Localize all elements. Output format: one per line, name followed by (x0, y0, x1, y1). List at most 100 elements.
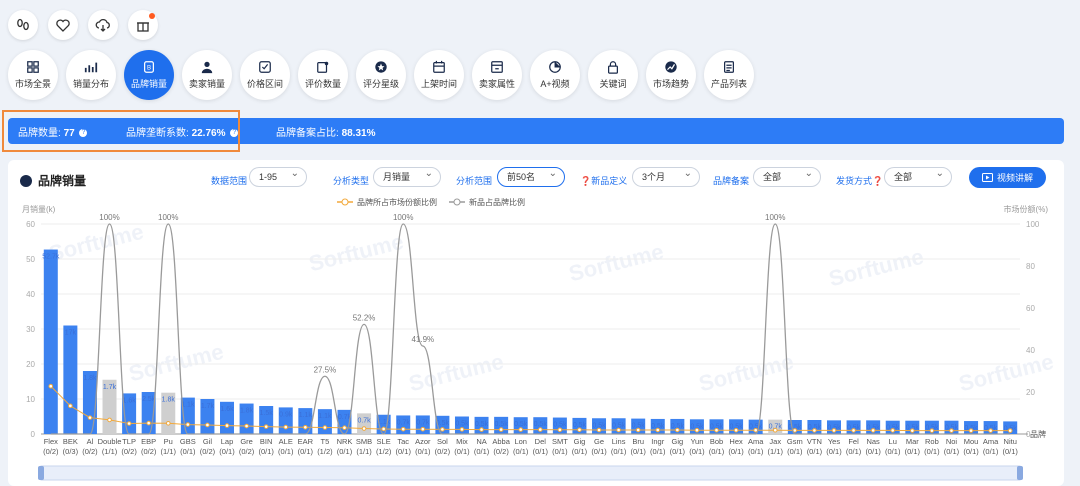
x-tick-label: Jax (769, 437, 781, 446)
nav-item-9[interactable]: A+视频 (530, 50, 580, 100)
x-tick-label: Mar (906, 437, 919, 446)
heart-icon[interactable] (48, 10, 78, 40)
share-point (949, 428, 954, 433)
x-tick-label: EBP (141, 437, 156, 446)
x-tick-label: Lap (221, 437, 234, 446)
share-point (968, 428, 974, 433)
bar-value-label: 0.5k (514, 421, 528, 428)
share-point (557, 427, 563, 433)
nav-item-5[interactable]: 评价数量 (298, 50, 348, 100)
nav-item-label: 上架时间 (420, 79, 457, 89)
x-tick-count-label: (0/1) (337, 447, 353, 456)
x-tick-count-label: (0/2) (82, 447, 98, 456)
x-tick-count-label: (1/2) (317, 447, 333, 456)
y2-tick-label: 20 (1026, 388, 1035, 397)
x-tick-label: Gsm (787, 437, 803, 446)
x-tick-label: Bob (710, 437, 723, 446)
x-tick-count-label: (0/1) (748, 447, 764, 456)
share-point (107, 417, 112, 423)
x-tick-count-label: (0/1) (905, 447, 921, 456)
x-tick-count-label: (0/1) (846, 447, 862, 456)
x-tick-count-label: (0/1) (1002, 447, 1018, 456)
x-tick-count-label: (0/1) (611, 447, 627, 456)
x-tick-label: Ama (748, 437, 764, 446)
bar-value-label: 0.5k (553, 422, 567, 429)
nav-item-label: 价格区间 (246, 79, 283, 89)
share-point (577, 427, 582, 433)
nav-item-3[interactable]: 卖家销量 (182, 50, 232, 100)
x-tick-count-label: (0/2) (435, 447, 451, 456)
x-tick-count-label: (0/1) (787, 447, 803, 456)
x-tick-label: Nas (866, 437, 880, 446)
record-label: 品牌备案占比: (276, 127, 339, 139)
x-tick-label: SLE (377, 437, 391, 446)
x-tick-count-label: (0/1) (709, 447, 725, 456)
x-tick-label: BEK (63, 437, 78, 446)
x-tick-label: Gre (240, 437, 253, 446)
star-icon (375, 61, 387, 73)
cloud-download-icon[interactable] (88, 10, 118, 40)
bar-chart-icon (84, 62, 98, 73)
x-tick-label: Ge (594, 437, 604, 446)
nav-item-12[interactable]: 产品列表 (704, 50, 754, 100)
nav-item-0[interactable]: 市场全景 (8, 50, 58, 100)
bar-value-label: 52.7k (42, 254, 60, 261)
x-tick-count-label: (0/1) (983, 447, 999, 456)
bar-value-label: 0.9k (279, 411, 293, 418)
nav-item-label: 评分星级 (362, 79, 399, 89)
brand-sales-panel: 品牌销量 数据范围 1-95 分析类型 月销量 分析范围 前50名 ❓新品定义 … (8, 160, 1064, 486)
nav-item-label: 品牌销量 (130, 79, 167, 89)
zoom-slider-track (40, 465, 1021, 481)
share-point (48, 383, 54, 389)
bar (63, 325, 78, 434)
x-tick-label: Gig (672, 437, 684, 446)
x-tick-label: Azor (415, 437, 431, 446)
x-tick-count-label: (0/1) (728, 447, 744, 456)
x-tick-count-label: (1/2) (376, 447, 392, 456)
nav-item-label: 市场趋势 (652, 79, 689, 89)
y-tick-label: 50 (26, 255, 35, 264)
gift-icon[interactable] (128, 10, 158, 40)
brand-sales-chart: 月销量(k) 市场份额(%)0102030405060020406080100品牌… (22, 197, 1048, 481)
nav-item-11[interactable]: 市场趋势 (646, 50, 696, 100)
nav-item-1[interactable]: 销量分布 (66, 50, 116, 100)
x-tick-count-label: (0/2) (43, 447, 59, 456)
x-tick-label: VTN (807, 437, 822, 446)
nav-item-label: 卖家属性 (478, 79, 515, 89)
legend-new-label: 新品占品牌比例 (469, 197, 525, 207)
share-point (753, 427, 758, 433)
nav-item-10[interactable]: 关键词 (588, 50, 638, 100)
y-tick-label: 20 (26, 360, 35, 369)
x-tick-label: Gil (203, 437, 213, 446)
new-pct-label: 41.9% (411, 335, 434, 344)
review-icon (317, 61, 329, 73)
store-icon (491, 61, 503, 73)
footprint-icon[interactable] (8, 10, 38, 40)
share-point (694, 427, 700, 433)
trend-icon (665, 61, 677, 73)
nav-item-7[interactable]: 上架时间 (414, 50, 464, 100)
nav-item-4[interactable]: 价格区间 (240, 50, 290, 100)
x-tick-label: Del (535, 437, 547, 446)
x-tick-count-label: (0/1) (474, 447, 490, 456)
bar-value-label: 1.8k (83, 375, 97, 382)
seller-icon (201, 61, 213, 74)
share-point (283, 424, 289, 430)
share-point (772, 427, 778, 433)
share-point (518, 427, 524, 432)
x-tick-label: Ingr (651, 437, 664, 446)
share-point (831, 428, 837, 433)
x-tick-count-label: (0/1) (415, 447, 431, 456)
record-stat: 品牌备案占比: 88.31% (276, 124, 375, 139)
nav-item-8[interactable]: 卖家属性 (472, 50, 522, 100)
share-point (185, 422, 191, 427)
nav-item-2[interactable]: B 品牌销量 (124, 50, 174, 100)
bar-value-label: 1.1k (299, 412, 313, 419)
share-point (303, 424, 308, 430)
nav-item-label: A+视频 (540, 79, 570, 89)
nav-item-label: 评价数量 (304, 79, 341, 89)
highlight-box (2, 110, 240, 152)
nav-item-6[interactable]: 评分星级 (356, 50, 406, 100)
x-tick-label: Bru (632, 437, 644, 446)
new-pct-label: 100% (158, 213, 178, 222)
